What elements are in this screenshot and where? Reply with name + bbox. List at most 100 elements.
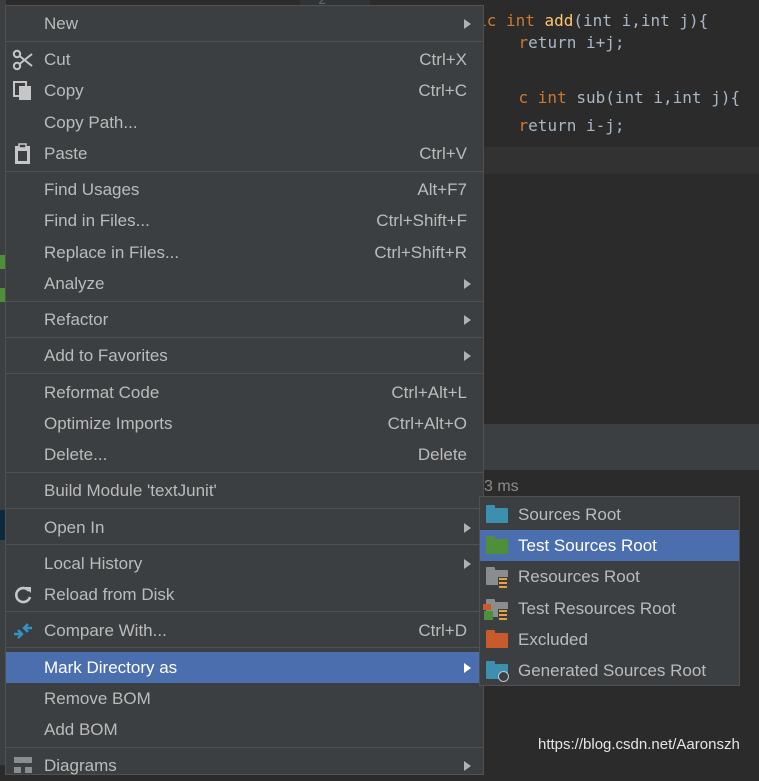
menu-item-build-module-textjunit[interactable]: Build Module 'textJunit': [6, 475, 483, 506]
code-line-return-add[interactable]: return i+j;: [480, 14, 625, 71]
menu-item-remove-bom[interactable]: Remove BOM: [6, 683, 483, 714]
menu-item-open-in[interactable]: Open In: [6, 512, 483, 543]
menu-item-compare-with[interactable]: Compare With... Ctrl+D: [6, 615, 483, 646]
menu-item-shortcut: Ctrl+Shift+R: [374, 242, 467, 262]
submenu-item-label: Excluded: [518, 629, 588, 649]
menu-item-label: Replace in Files...: [44, 242, 180, 262]
menu-item-delete[interactable]: Delete... Delete: [6, 439, 483, 470]
menu-item-label: Copy Path...: [44, 112, 138, 132]
submenu-arrow-icon: [464, 315, 471, 325]
menu-item-label: Open In: [44, 517, 105, 537]
menu-separator: [6, 301, 483, 302]
submenu-item-generated-sources-root[interactable]: Generated Sources Root: [480, 655, 739, 686]
menu-item-shortcut: Alt+F7: [417, 179, 467, 199]
code-line-return-sub[interactable]: return i-j;: [480, 97, 625, 154]
submenu-item-resources-root[interactable]: Resources Root: [480, 561, 739, 592]
menu-item-cut[interactable]: Cut Ctrl+X: [6, 44, 483, 75]
menu-separator: [6, 611, 483, 612]
menu-separator: [6, 373, 483, 374]
menu-item-mark-directory-as[interactable]: Mark Directory as: [6, 652, 483, 683]
menu-item-copy-path[interactable]: Copy Path...: [6, 107, 483, 138]
copy-icon: [12, 80, 34, 102]
menu-item-label: Refactor: [44, 309, 109, 329]
watermark: https://blog.csdn.net/Aaronszh: [538, 736, 740, 753]
menu-item-shortcut: Ctrl+V: [419, 143, 467, 163]
submenu-item-label: Test Resources Root: [518, 598, 676, 618]
menu-item-shortcut: Ctrl+Shift+F: [376, 210, 467, 230]
menu-item-copy[interactable]: Copy Ctrl+C: [6, 75, 483, 106]
resources-root-folder-icon: [485, 567, 509, 588]
menu-item-label: Build Module 'textJunit': [44, 480, 217, 500]
menu-item-add-to-favorites[interactable]: Add to Favorites: [6, 340, 483, 371]
menu-item-label: Compare With...: [44, 620, 167, 640]
mark-directory-submenu[interactable]: Sources Root Test Sources Root Resources R…: [479, 496, 740, 686]
menu-separator: [6, 544, 483, 545]
menu-item-refactor[interactable]: Refactor: [6, 304, 483, 335]
menu-item-label: Local History: [44, 553, 143, 573]
test-resources-root-folder-icon: [483, 599, 509, 620]
menu-item-shortcut: Ctrl+C: [418, 80, 467, 100]
menu-separator: [6, 472, 483, 473]
test-sources-root-folder-icon: [485, 536, 509, 556]
menu-separator: [6, 747, 483, 748]
scissors-icon: [12, 49, 34, 71]
sources-root-folder-icon: [485, 505, 509, 525]
submenu-item-test-sources-root[interactable]: Test Sources Root: [480, 530, 739, 561]
menu-item-find-usages[interactable]: Find Usages Alt+F7: [6, 174, 483, 205]
submenu-arrow-icon: [464, 559, 471, 569]
reload-icon: [12, 584, 34, 606]
menu-item-shortcut: Ctrl+Alt+L: [391, 382, 467, 402]
menu-item-shortcut: Delete: [417, 444, 467, 464]
submenu-arrow-icon: [464, 523, 471, 533]
run-time-label: 3 ms: [484, 478, 519, 495]
submenu-arrow-icon: [464, 663, 471, 673]
menu-item-optimize-imports[interactable]: Optimize Imports Ctrl+Alt+O: [6, 408, 483, 439]
menu-item-label: Mark Directory as: [44, 657, 178, 677]
menu-item-reload-from-disk[interactable]: Reload from Disk: [6, 579, 483, 610]
generated-sources-root-folder-icon: [485, 661, 509, 682]
excluded-folder-icon: [485, 630, 509, 650]
context-menu[interactable]: New Cut Ctrl+X Copy Ctrl+C Copy Path... Paste C…: [5, 5, 484, 775]
menu-item-label: Add BOM: [44, 719, 118, 739]
submenu-item-label: Sources Root: [518, 504, 621, 524]
submenu-arrow-icon: [464, 19, 471, 29]
menu-item-shortcut: Ctrl+Alt+O: [387, 413, 467, 433]
menu-item-shortcut: Ctrl+X: [419, 49, 467, 69]
menu-item-label: Cut: [44, 49, 71, 69]
menu-item-label: Paste: [44, 143, 88, 163]
menu-item-reformat-code[interactable]: Reformat Code Ctrl+Alt+L: [6, 377, 483, 408]
submenu-item-label: Test Sources Root: [518, 535, 657, 555]
menu-item-replace-in-files[interactable]: Replace in Files... Ctrl+Shift+R: [6, 237, 483, 268]
submenu-item-excluded[interactable]: Excluded: [480, 624, 739, 655]
menu-item-find-in-files[interactable]: Find in Files... Ctrl+Shift+F: [6, 205, 483, 236]
submenu-item-sources-root[interactable]: Sources Root: [480, 499, 739, 530]
menu-item-new[interactable]: New: [6, 8, 483, 39]
menu-item-diagrams[interactable]: Diagrams: [6, 750, 483, 781]
menu-item-label: Reload from Disk: [44, 584, 175, 604]
menu-item-label: Find in Files...: [44, 210, 150, 230]
submenu-item-label: Resources Root: [518, 566, 640, 586]
menu-item-local-history[interactable]: Local History: [6, 548, 483, 579]
menu-item-label: Optimize Imports: [44, 413, 173, 433]
menu-item-label: Remove BOM: [44, 688, 151, 708]
clipboard-icon: [12, 143, 34, 165]
menu-item-label: Add to Favorites: [44, 345, 168, 365]
submenu-item-test-resources-root[interactable]: Test Resources Root: [480, 593, 739, 624]
menu-item-add-bom[interactable]: Add BOM: [6, 714, 483, 745]
menu-item-label: Diagrams: [44, 755, 117, 775]
menu-item-label: New: [44, 13, 79, 33]
menu-item-paste[interactable]: Paste Ctrl+V: [6, 138, 483, 169]
menu-item-label: Delete...: [44, 444, 108, 464]
menu-separator: [6, 508, 483, 509]
menu-item-analyze[interactable]: Analyze: [6, 268, 483, 299]
menu-separator: [6, 171, 483, 172]
menu-item-label: Reformat Code: [44, 382, 160, 402]
submenu-arrow-icon: [464, 761, 471, 771]
diagram-icon: [12, 755, 34, 777]
compare-icon: [12, 620, 34, 642]
menu-item-shortcut: Ctrl+D: [418, 620, 467, 640]
menu-item-label: Copy: [44, 80, 84, 100]
submenu-arrow-icon: [464, 279, 471, 289]
submenu-item-label: Generated Sources Root: [518, 660, 707, 680]
menu-item-label: Find Usages: [44, 179, 140, 199]
